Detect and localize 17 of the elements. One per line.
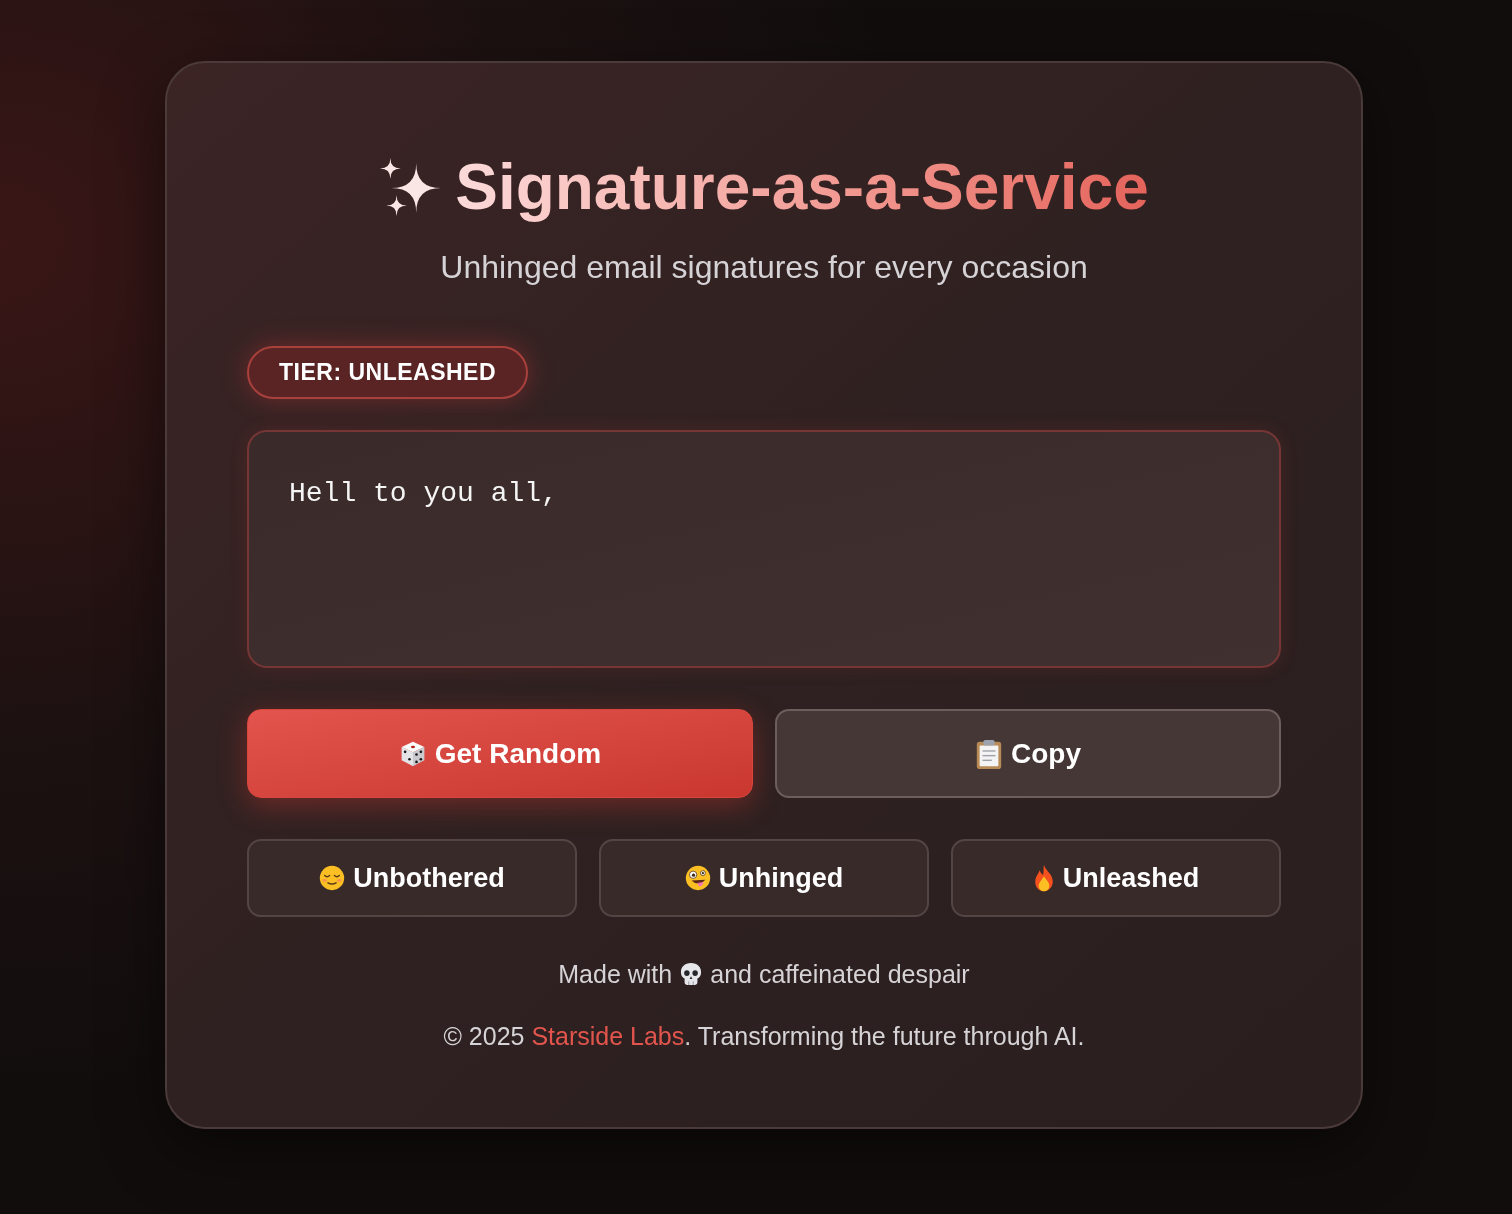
copy-button[interactable]: Copy xyxy=(775,709,1281,798)
relieved-face-icon xyxy=(319,865,346,891)
fire-icon xyxy=(1032,864,1055,892)
company-link[interactable]: Starside Labs xyxy=(531,1022,685,1050)
signature-field[interactable]: Hell to you all, xyxy=(247,430,1281,668)
get-random-button[interactable]: Get Random xyxy=(247,709,753,798)
clipboard-icon xyxy=(975,738,1003,769)
mode-button[interactable]: Unleashed xyxy=(951,839,1281,917)
copyright-text: © 2025 Starside Labs. Transforming the future through AI. xyxy=(443,1022,1085,1050)
made-with-text: Made with xyxy=(558,960,673,988)
zany-face-icon xyxy=(684,865,711,891)
mode-button[interactable]: Unhinged xyxy=(599,839,929,917)
mode-button[interactable]: Unbothered xyxy=(247,839,577,917)
skull-icon xyxy=(680,962,703,986)
despair-text: and caffeinated despair xyxy=(710,960,970,988)
tier-badge: TIER: UNLEASHED xyxy=(247,346,529,399)
app-subtitle: Unhinged email signatures for every occasion xyxy=(440,249,1088,285)
